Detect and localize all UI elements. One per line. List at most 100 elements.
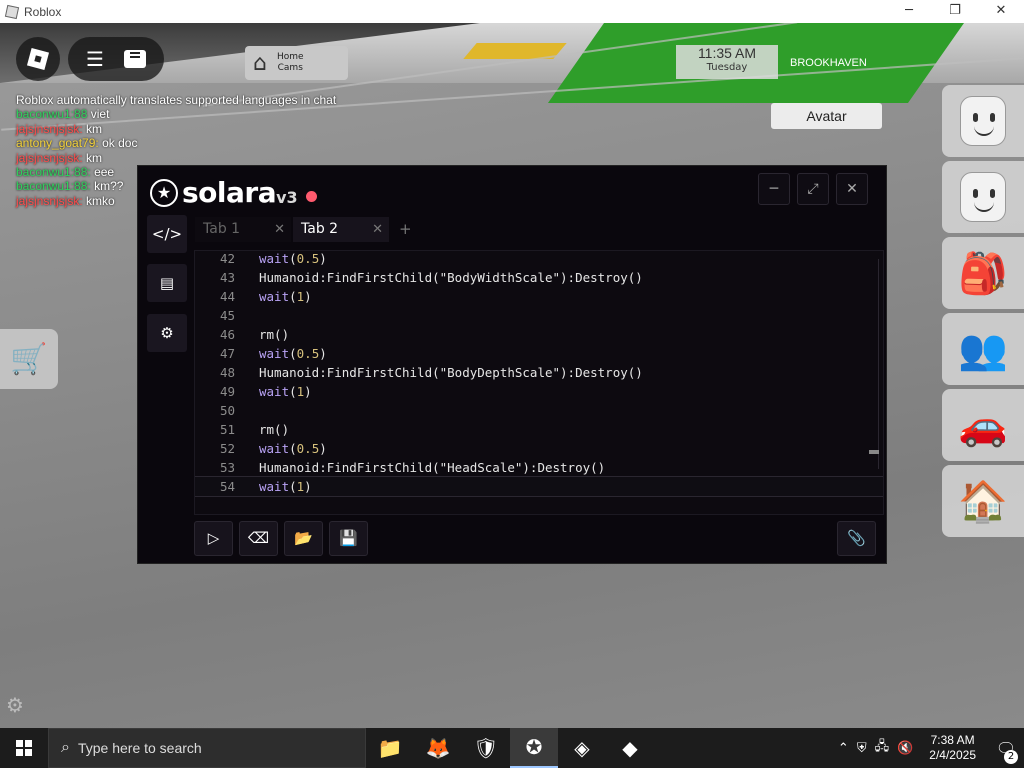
code-token: ( xyxy=(289,289,297,304)
editor-scrollbar[interactable] xyxy=(878,259,879,469)
code-line[interactable]: 47 wait(0.5) xyxy=(195,344,883,363)
code-line[interactable]: 46 rm() xyxy=(195,325,883,344)
chat-username[interactable]: jajsjnsnjsjsk: xyxy=(16,151,83,165)
code-token: ( xyxy=(289,479,297,494)
maximize-button[interactable]: ❐ xyxy=(932,0,978,23)
roblox-app[interactable]: ◆ xyxy=(606,728,654,768)
roblox-menu-button[interactable] xyxy=(16,37,60,81)
tab-close-icon[interactable]: ✕ xyxy=(372,222,383,237)
code-line[interactable]: 44 wait(1) xyxy=(195,287,883,306)
code-token: wait xyxy=(259,384,290,399)
smiley-pencil-icon xyxy=(960,172,1006,222)
code-text: wait(1) xyxy=(259,287,312,306)
chat-text: eee xyxy=(90,165,115,180)
characters-button[interactable]: 👥 xyxy=(942,313,1024,385)
home-cams-button[interactable]: ⌂ Home Cams xyxy=(245,46,348,80)
paperclip-icon: 📎 xyxy=(847,529,866,547)
chat-username[interactable]: baconwu1:88: xyxy=(16,179,91,193)
notification-center-button[interactable]: 🗨 2 xyxy=(988,739,1024,764)
shop-button[interactable]: 🛒 xyxy=(0,329,58,389)
minimize-button[interactable]: ─ xyxy=(886,0,932,23)
code-line[interactable]: 51 rm() xyxy=(195,420,883,439)
code-token: ) xyxy=(304,289,312,304)
defender-icon[interactable]: ⛨ xyxy=(857,741,867,756)
code-token: wait xyxy=(259,441,290,456)
line-number: 52 xyxy=(219,441,235,456)
scripts-nav-button[interactable]: ▤ xyxy=(147,264,187,302)
security-app[interactable]: 🛡 xyxy=(462,728,510,768)
code-line[interactable]: 50 xyxy=(195,401,883,420)
chat-username[interactable]: jajsjnsnjsjsk: xyxy=(16,122,83,136)
code-token: ) xyxy=(304,479,312,494)
tab-close-icon[interactable]: ✕ xyxy=(274,222,285,237)
settings-nav-button[interactable]: ⚙ xyxy=(147,314,187,352)
chat-username[interactable]: baconwu1:88 xyxy=(16,107,87,121)
backpack-icon: 🎒 xyxy=(958,250,1008,297)
top-menu-pill: ☰ xyxy=(68,37,164,81)
code-editor[interactable]: 42 wait(0.5) 43 Humanoid:FindFirstChild("Bo… xyxy=(194,250,884,515)
start-button[interactable] xyxy=(0,728,48,768)
folder-icon: 📂 xyxy=(294,529,313,547)
taskbar-time: 7:38 AM xyxy=(930,733,975,747)
status-dot xyxy=(305,191,317,202)
game-clock: 11:35 AM Tuesday xyxy=(676,45,778,79)
home-cams-label-1: Home xyxy=(276,52,304,62)
editor-nav-button[interactable]: </> xyxy=(147,215,187,253)
system-tray: ⌃ ⛨ 🖧 🔇 7:38 AM 2/4/2025 🗨 2 xyxy=(834,728,1024,768)
backpack-button[interactable]: 🎒 xyxy=(942,237,1024,309)
emote-button[interactable] xyxy=(942,85,1024,157)
clear-button[interactable]: ⌫ xyxy=(239,521,278,556)
settings-gear-icon[interactable]: ⚙ xyxy=(6,693,24,717)
solara-expand-button[interactable]: ⤢ xyxy=(797,173,829,205)
chevron-up-icon[interactable]: ⌃ xyxy=(838,741,849,756)
taskbar-clock[interactable]: 7:38 AM 2/4/2025 xyxy=(929,733,976,763)
network-icon[interactable]: 🖧 xyxy=(875,737,890,759)
file-explorer-app[interactable]: 📁 xyxy=(366,728,414,768)
firefox-app[interactable]: 🦊 xyxy=(414,728,462,768)
tab-1[interactable]: Tab 1 ✕ xyxy=(195,216,291,242)
window-titlebar: Roblox ─ ❐ ✕ xyxy=(0,0,1024,23)
attach-button[interactable]: 📎 xyxy=(837,521,876,556)
code-token: ) xyxy=(319,346,327,361)
save-file-button[interactable]: 💾 xyxy=(329,521,368,556)
chat-username[interactable]: antony_goat79: xyxy=(16,136,99,150)
open-file-button[interactable]: 📂 xyxy=(284,521,323,556)
tab-2[interactable]: Tab 2 ✕ xyxy=(293,216,389,242)
house-button[interactable]: 🏠 xyxy=(942,465,1024,537)
code-line[interactable]: 48 Humanoid:FindFirstChild("BodyDepthScal… xyxy=(195,363,883,382)
close-button[interactable]: ✕ xyxy=(978,0,1024,23)
car-icon: 🚗 xyxy=(958,402,1008,449)
chat-username[interactable]: baconwu1:88: xyxy=(16,165,91,179)
code-line[interactable]: 52 wait(0.5) xyxy=(195,439,883,458)
star-icon: ✪ xyxy=(525,735,543,759)
solara-app[interactable]: ✪ xyxy=(510,728,558,768)
code-token: wait xyxy=(259,479,290,494)
edit-avatar-button[interactable] xyxy=(942,161,1024,233)
code-text: wait(0.5) xyxy=(259,251,327,268)
execute-button[interactable]: ▷ xyxy=(194,521,233,556)
solara-minimize-button[interactable]: ─ xyxy=(758,173,790,205)
line-number: 50 xyxy=(219,403,235,418)
solara-close-button[interactable]: ✕ xyxy=(836,173,868,205)
taskbar-search[interactable]: ⌕ Type here to search xyxy=(48,728,366,768)
code-line[interactable]: 45 xyxy=(195,306,883,325)
code-text: Humanoid:FindFirstChild("BodyDepthScale"… xyxy=(259,363,643,382)
chat-icon[interactable] xyxy=(123,50,146,68)
code-line[interactable]: 49 wait(1) xyxy=(195,382,883,401)
code-token: ) xyxy=(319,441,327,456)
code-line[interactable]: 54 wait(1) xyxy=(195,476,883,497)
editor-toolbar: ▷ ⌫ 📂 💾 📎 xyxy=(194,521,884,557)
hamburger-menu-icon[interactable]: ☰ xyxy=(86,47,104,71)
avatar-button[interactable]: Avatar xyxy=(771,103,882,129)
code-line[interactable]: 43 Humanoid:FindFirstChild("BodyWidthScal… xyxy=(195,268,883,287)
bloxstrap-app[interactable]: ◈ xyxy=(558,728,606,768)
code-line[interactable]: 53 Humanoid:FindFirstChild("HeadScale"):D… xyxy=(195,458,883,477)
code-line[interactable]: 42 wait(0.5) xyxy=(195,251,883,268)
add-tab-button[interactable]: + xyxy=(399,220,412,238)
line-number: 53 xyxy=(219,460,235,475)
code-token: ( xyxy=(289,441,297,456)
editor-scroll-thumb[interactable] xyxy=(869,450,879,454)
volume-muted-icon[interactable]: 🔇 xyxy=(897,741,913,756)
vehicle-button[interactable]: 🚗 xyxy=(942,389,1024,461)
chat-username[interactable]: jajsjnsnjsjsk: xyxy=(16,194,83,208)
